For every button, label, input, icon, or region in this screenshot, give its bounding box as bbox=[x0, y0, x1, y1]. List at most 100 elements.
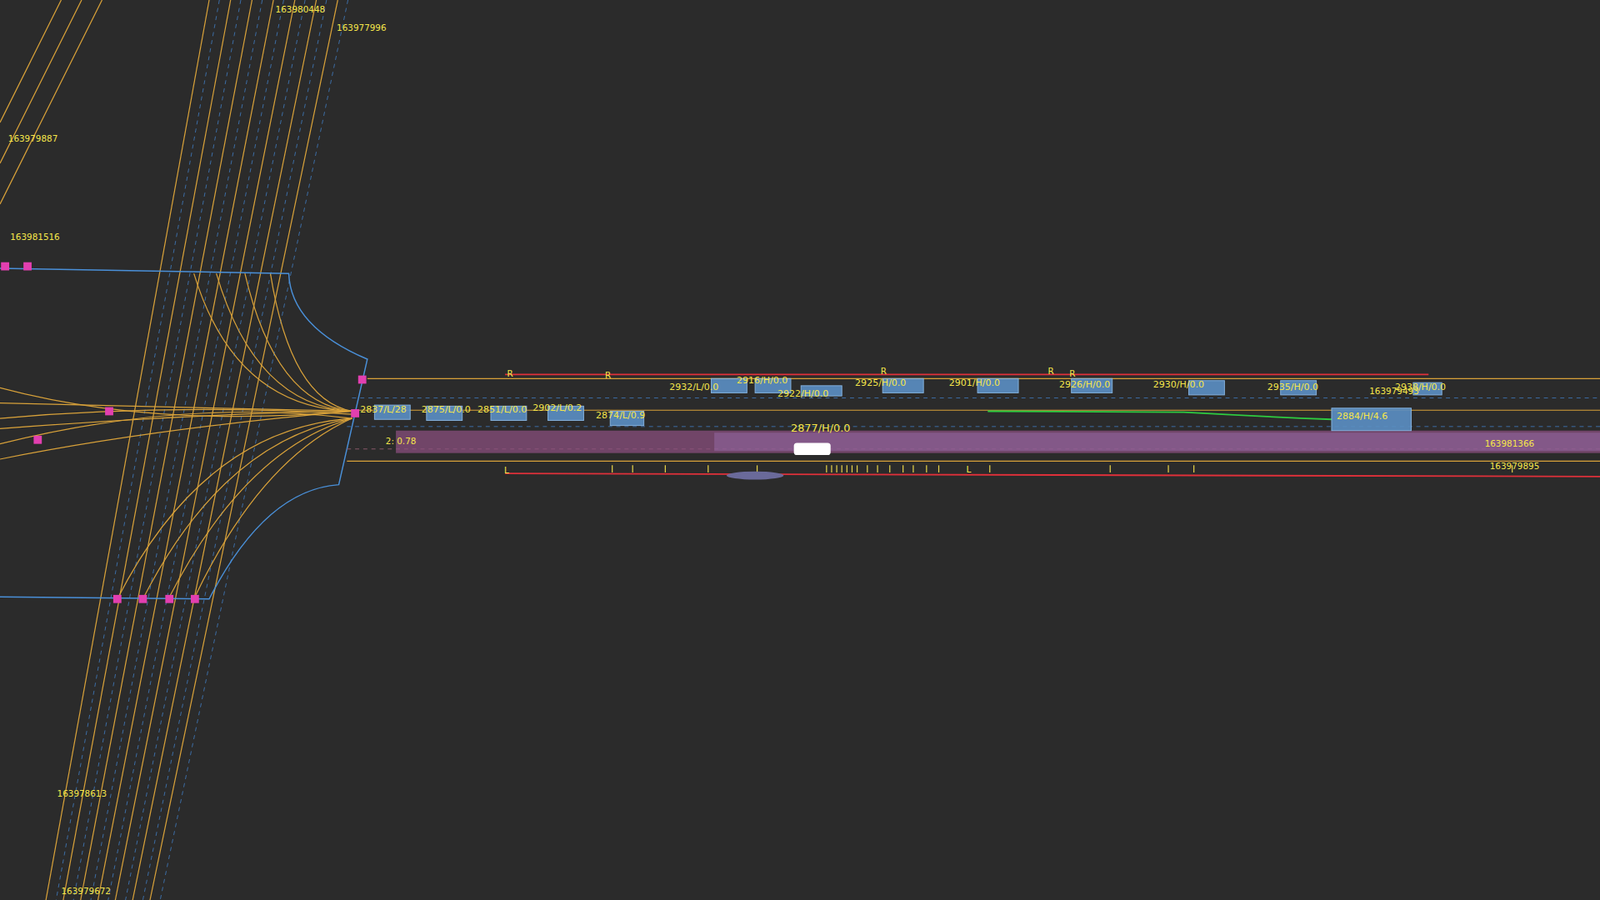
lane-id: 163979887 bbox=[8, 133, 59, 144]
curb-tick bbox=[665, 465, 666, 473]
lane-boundary bbox=[125, 0, 306, 900]
lane-curve bbox=[0, 387, 352, 416]
map-view[interactable]: 2837/L/28 2875/L/0.0 2851/L/0.0 2902/L/0.2 2… bbox=[0, 0, 1600, 900]
lane-curve bbox=[216, 273, 353, 411]
obstacle-box[interactable] bbox=[1331, 408, 1412, 431]
obstacle-label: 2884/H/4.6 bbox=[1336, 410, 1388, 422]
lane-id: 163978613 bbox=[57, 788, 108, 799]
obstacle[interactable]: 2901/H/0.0 bbox=[949, 377, 1019, 394]
lane-id: 163977996 bbox=[336, 22, 387, 33]
lane-boundary bbox=[346, 425, 1600, 427]
obstacle[interactable]: 2851/L/0.0 bbox=[477, 404, 527, 421]
obstacle[interactable]: 2926/H/0.0 bbox=[1059, 378, 1113, 393]
obstacle-label: 2926/H/0.0 bbox=[1059, 379, 1110, 390]
marker: R bbox=[1069, 368, 1075, 379]
obstacle-label: 2932/L/0.0 bbox=[669, 381, 719, 393]
curb-tick bbox=[925, 465, 927, 473]
junction-point bbox=[350, 409, 360, 418]
lane-id: 163979672 bbox=[60, 885, 111, 896]
curb-tick bbox=[611, 465, 613, 473]
junction-point bbox=[0, 262, 10, 271]
junction-point bbox=[165, 595, 174, 604]
junction-outline bbox=[0, 268, 368, 600]
curb-tick bbox=[856, 465, 858, 473]
curb-tick bbox=[756, 465, 758, 473]
obstacle[interactable]: 2884/H/4.6 bbox=[1331, 408, 1412, 431]
obstacle-label: 2916/H/0.0 bbox=[736, 375, 788, 386]
ego-vehicle bbox=[794, 442, 831, 455]
obstacle[interactable]: 2875/L/0.0 bbox=[421, 404, 471, 421]
junction-point bbox=[358, 375, 367, 385]
obstacle-label: 2875/L/0.0 bbox=[421, 404, 471, 415]
lane-curve bbox=[168, 418, 352, 600]
marker: R bbox=[1048, 365, 1055, 376]
lane-curve bbox=[117, 418, 353, 600]
lane-curve bbox=[0, 412, 352, 445]
lane-id: 163979895 bbox=[1490, 460, 1540, 471]
lane-line bbox=[132, 0, 316, 900]
junction-point bbox=[33, 435, 42, 445]
obstacle-label: 2901/H/0.0 bbox=[949, 377, 1000, 389]
obstacle[interactable]: 2922/H/0.0 bbox=[777, 385, 842, 400]
curb-tick bbox=[851, 465, 853, 473]
lane-line bbox=[45, 0, 210, 900]
obstacle[interactable]: 2925/H/0.0 bbox=[855, 377, 924, 394]
curb-tick bbox=[889, 465, 890, 473]
lane-id: 163979493 bbox=[1369, 385, 1420, 396]
curb-tick bbox=[825, 465, 827, 473]
obstacle[interactable]: 2932/L/0.0 bbox=[669, 378, 747, 393]
obstacle-label: 2922/H/0.0 bbox=[777, 388, 829, 400]
obstacle[interactable]: 2837/L/28 bbox=[360, 404, 410, 420]
lane-line bbox=[150, 0, 338, 900]
obstacle-label: 2930/H/0.0 bbox=[1153, 379, 1205, 390]
lane-id: 163981366 bbox=[1485, 438, 1535, 449]
curb-tick bbox=[835, 465, 837, 473]
predicted-trajectory bbox=[987, 410, 1332, 420]
lane-curve bbox=[270, 273, 352, 411]
obstacle[interactable]: 2874/L/0.9 bbox=[595, 410, 645, 426]
curb-tick bbox=[938, 465, 940, 473]
curb-tick bbox=[902, 465, 904, 473]
curb-tick bbox=[1167, 465, 1169, 473]
obstacle-label: 2925/H/0.0 bbox=[855, 377, 906, 389]
scene-map[interactable]: 2837/L/28 2875/L/0.0 2851/L/0.0 2902/L/0.2 2… bbox=[0, 0, 1600, 900]
lane-boundary bbox=[351, 397, 1600, 399]
curb-mark: L bbox=[966, 464, 972, 475]
road-object bbox=[726, 471, 785, 480]
curb-tick bbox=[830, 465, 832, 473]
curb-tick bbox=[1110, 465, 1111, 473]
background bbox=[0, 0, 1600, 900]
obstacle-label: 2935/H/0.0 bbox=[1267, 381, 1319, 393]
marker: R bbox=[605, 370, 611, 380]
obstacle[interactable]: 2902/L/0.2 bbox=[532, 402, 584, 420]
lane-curve bbox=[194, 273, 353, 411]
lane-curve bbox=[142, 418, 352, 600]
curb-tick bbox=[707, 465, 709, 473]
planned-path bbox=[395, 430, 1600, 454]
junction-point bbox=[105, 407, 114, 416]
lane-line bbox=[0, 0, 61, 123]
marker: R bbox=[880, 365, 887, 376]
obstacle-label: 2902/L/0.2 bbox=[532, 402, 582, 414]
road-edge bbox=[505, 373, 1429, 375]
lane-line bbox=[0, 0, 82, 164]
ego-label: 2877/H/0.0 bbox=[790, 421, 850, 435]
lane-boundary bbox=[160, 0, 348, 900]
curb-tick bbox=[912, 465, 914, 473]
lane-boundary bbox=[142, 0, 326, 900]
lane-curve bbox=[0, 409, 352, 419]
lane-line bbox=[0, 0, 102, 205]
curb-mark: L bbox=[504, 465, 510, 475]
curb-tick bbox=[989, 465, 990, 473]
lane-line bbox=[346, 460, 1600, 462]
marker: R bbox=[507, 368, 514, 379]
lane-curve bbox=[194, 418, 353, 600]
lane-boundary bbox=[55, 0, 220, 900]
obstacle-label: 2874/L/0.9 bbox=[595, 410, 645, 421]
obstacle[interactable]: 2930/H/0.0 bbox=[1153, 379, 1225, 395]
curb-tick bbox=[632, 465, 634, 473]
curb-tick bbox=[1193, 465, 1195, 473]
curb-tick bbox=[841, 465, 843, 473]
obstacle[interactable]: 2935/H/0.0 bbox=[1267, 380, 1319, 395]
junction-point bbox=[190, 595, 200, 604]
